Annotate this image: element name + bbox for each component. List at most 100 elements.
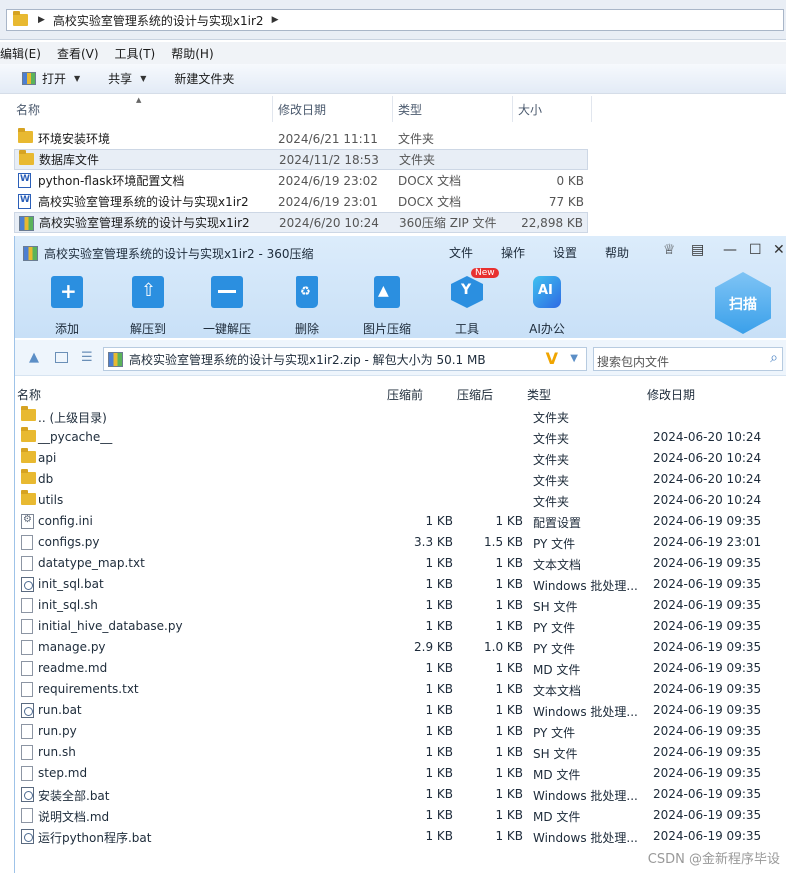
file-name: run.sh — [38, 745, 76, 759]
folder-icon — [21, 406, 36, 421]
close-icon[interactable]: ✕ — [773, 242, 785, 258]
zip-icon — [108, 351, 123, 367]
thumbnail-view-icon[interactable] — [55, 352, 68, 363]
zip-file-row[interactable]: run.bat 1 KB 1 KB Windows 批处理... 2024-06-19 … — [15, 700, 786, 721]
zip-file-row[interactable]: __pycache__ 文件夹 2024-06-20 10:24 — [15, 427, 786, 448]
search-input[interactable]: 搜索包内文件 ⌕ — [593, 347, 783, 371]
zip-file-row[interactable]: .. (上级目录) 文件夹 — [15, 406, 786, 427]
zip-menu-ops[interactable]: 操作 — [501, 244, 525, 261]
size-after: 1 KB — [495, 745, 523, 759]
shirt-icon[interactable]: ♕ — [663, 242, 676, 258]
zip-column-after[interactable]: 压缩后 — [457, 386, 493, 403]
zip-menu-settings[interactable]: 设置 — [553, 244, 577, 261]
zip-column-date[interactable]: 修改日期 — [647, 386, 695, 403]
zip-column-type[interactable]: 类型 — [527, 386, 551, 403]
zip-file-row[interactable]: api 文件夹 2024-06-20 10:24 — [15, 448, 786, 469]
share-label: 共享 — [108, 72, 133, 86]
zip-file-row[interactable]: 安装全部.bat 1 KB 1 KB Windows 批处理... 2024-06-19… — [15, 784, 786, 805]
list-view-icon[interactable]: ☰ — [81, 350, 93, 365]
address-bar[interactable]: ▶ 高校实验室管理系统的设计与实现x1ir2 ▶ — [6, 9, 784, 31]
zip-file-row[interactable]: step.md 1 KB 1 KB MD 文件 2024-06-19 09:35 — [15, 763, 786, 784]
column-date[interactable]: 修改日期 — [278, 101, 326, 118]
docx-icon — [18, 173, 31, 188]
folder-icon — [19, 150, 34, 165]
tools-button[interactable]: Y New 工具 — [437, 268, 499, 337]
zip-file-row[interactable]: db 文件夹 2024-06-20 10:24 — [15, 469, 786, 490]
column-divider[interactable] — [392, 96, 393, 122]
menu-view[interactable]: 查看(V) — [57, 45, 99, 62]
size-before: 1 KB — [425, 556, 453, 570]
zip-file-row[interactable]: datatype_map.txt 1 KB 1 KB 文本文档 2024-06-19 0… — [15, 553, 786, 574]
open-button[interactable]: 打开 ▼ — [22, 70, 80, 87]
column-divider[interactable] — [512, 96, 513, 122]
new-folder-label: 新建文件夹 — [174, 72, 235, 86]
zip-path-text: 高校实验室管理系统的设计与实现x1ir2.zip - 解包大小为 50.1 MB — [129, 352, 486, 367]
file-row[interactable]: 环境安装环境 2024/6/21 11:11 文件夹 — [14, 128, 588, 149]
column-name[interactable]: 名称 — [16, 101, 40, 118]
size-before: 3.3 KB — [414, 535, 453, 549]
zip-path-field[interactable]: 高校实验室管理系统的设计与实现x1ir2.zip - 解包大小为 50.1 MB… — [103, 347, 587, 371]
column-type[interactable]: 类型 — [398, 101, 422, 118]
column-divider[interactable] — [591, 96, 592, 122]
menu-help[interactable]: 帮助(H) — [171, 45, 213, 62]
zip-file-row[interactable]: 说明文档.md 1 KB 1 KB MD 文件 2024-06-19 09:35 — [15, 805, 786, 826]
search-icon[interactable]: ⌕ — [770, 350, 778, 366]
scan-button[interactable]: 扫描 — [715, 272, 771, 334]
file-name: requirements.txt — [38, 682, 139, 696]
v-icon[interactable]: V — [546, 349, 558, 368]
one-click-extract-button[interactable]: 一键解压 — [197, 276, 257, 337]
zip-file-row[interactable]: initial_hive_database.py 1 KB 1 KB PY 文件 202… — [15, 616, 786, 637]
zip-file-row[interactable]: manage.py 2.9 KB 1.0 KB PY 文件 2024-06-19 09:… — [15, 637, 786, 658]
file-type: SH 文件 — [533, 747, 578, 761]
size-before: 1 KB — [425, 577, 453, 591]
share-button[interactable]: 共享 ▼ — [108, 70, 146, 87]
explorer-address-bar-area: ▶ 高校实验室管理系统的设计与实现x1ir2 ▶ — [0, 0, 786, 40]
zip-file-row[interactable]: init_sql.bat 1 KB 1 KB Windows 批处理... 2024-0… — [15, 574, 786, 595]
zip-file-row[interactable]: run.py 1 KB 1 KB PY 文件 2024-06-19 09:35 — [15, 721, 786, 742]
chevron-down-icon: ▼ — [74, 74, 81, 83]
size-after: 1 KB — [495, 556, 523, 570]
image-compress-icon: ▲ — [374, 276, 400, 308]
zip-file-row[interactable]: 运行python程序.bat 1 KB 1 KB Windows 批处理... 2024… — [15, 826, 786, 847]
maximize-icon[interactable]: ☐ — [749, 242, 762, 258]
file-icon — [21, 766, 33, 781]
file-row[interactable]: 高校实验室管理系统的设计与实现x1ir2 2024/6/19 23:01 DOCX … — [14, 191, 588, 212]
message-icon[interactable]: ▤ — [691, 242, 704, 258]
zip-file-row[interactable]: requirements.txt 1 KB 1 KB 文本文档 2024-06-19 0… — [15, 679, 786, 700]
zip-icon — [19, 216, 34, 231]
new-folder-button[interactable]: 新建文件夹 — [174, 70, 234, 87]
zip-column-name[interactable]: 名称 — [17, 386, 41, 403]
delete-button[interactable]: ♻ 删除 — [277, 276, 337, 337]
zip-menu-help[interactable]: 帮助 — [605, 244, 629, 261]
zip-file-row[interactable]: readme.md 1 KB 1 KB MD 文件 2024-06-19 09:35 — [15, 658, 786, 679]
zip-file-row[interactable]: init_sql.sh 1 KB 1 KB SH 文件 2024-06-19 09:35 — [15, 595, 786, 616]
image-compress-button[interactable]: ▲ 图片压缩 — [357, 276, 417, 337]
file-icon — [21, 682, 33, 697]
zip-menu-file[interactable]: 文件 — [449, 244, 473, 261]
column-size[interactable]: 大小 — [518, 101, 542, 118]
chevron-down-icon[interactable]: ▼ — [570, 353, 578, 364]
zip-file-row[interactable]: utils 文件夹 2024-06-20 10:24 — [15, 490, 786, 511]
chevron-right-icon[interactable]: ▶ — [272, 15, 279, 25]
zip-file-row[interactable]: configs.py 3.3 KB 1.5 KB PY 文件 2024-06-19 23… — [15, 532, 786, 553]
ai-office-button[interactable]: AI AI办公 — [517, 276, 577, 337]
size-before: 1 KB — [425, 766, 453, 780]
file-row[interactable]: 高校实验室管理系统的设计与实现x1ir2 2024/6/20 10:24 360压缩… — [14, 212, 588, 233]
menu-edit[interactable]: 编辑(E) — [0, 45, 41, 62]
file-name: db — [38, 472, 54, 486]
extract-to-button[interactable]: ⇧ 解压到 — [118, 276, 178, 337]
zip-file-row[interactable]: config.ini 1 KB 1 KB 配置设置 2024-06-19 09:35 — [15, 511, 786, 532]
up-arrow-icon[interactable]: ▲ — [29, 350, 39, 365]
file-name: 安装全部.bat — [38, 789, 110, 803]
zip-file-row[interactable]: run.sh 1 KB 1 KB SH 文件 2024-06-19 09:35 — [15, 742, 786, 763]
chevron-right-icon[interactable]: ▶ — [38, 15, 45, 25]
add-button[interactable]: + 添加 — [37, 276, 97, 337]
menu-tools[interactable]: 工具(T) — [115, 45, 156, 62]
zip-column-before[interactable]: 压缩前 — [387, 386, 423, 403]
file-name: run.bat — [38, 703, 82, 717]
file-row[interactable]: python-flask环境配置文档 2024/6/19 23:02 DOCX 文档… — [14, 170, 588, 191]
column-divider[interactable] — [272, 96, 273, 122]
file-name: 高校实验室管理系统的设计与实现x1ir2 — [38, 195, 249, 209]
file-row[interactable]: 数据库文件 2024/11/2 18:53 文件夹 — [14, 149, 588, 170]
minimize-icon[interactable]: — — [723, 242, 737, 258]
